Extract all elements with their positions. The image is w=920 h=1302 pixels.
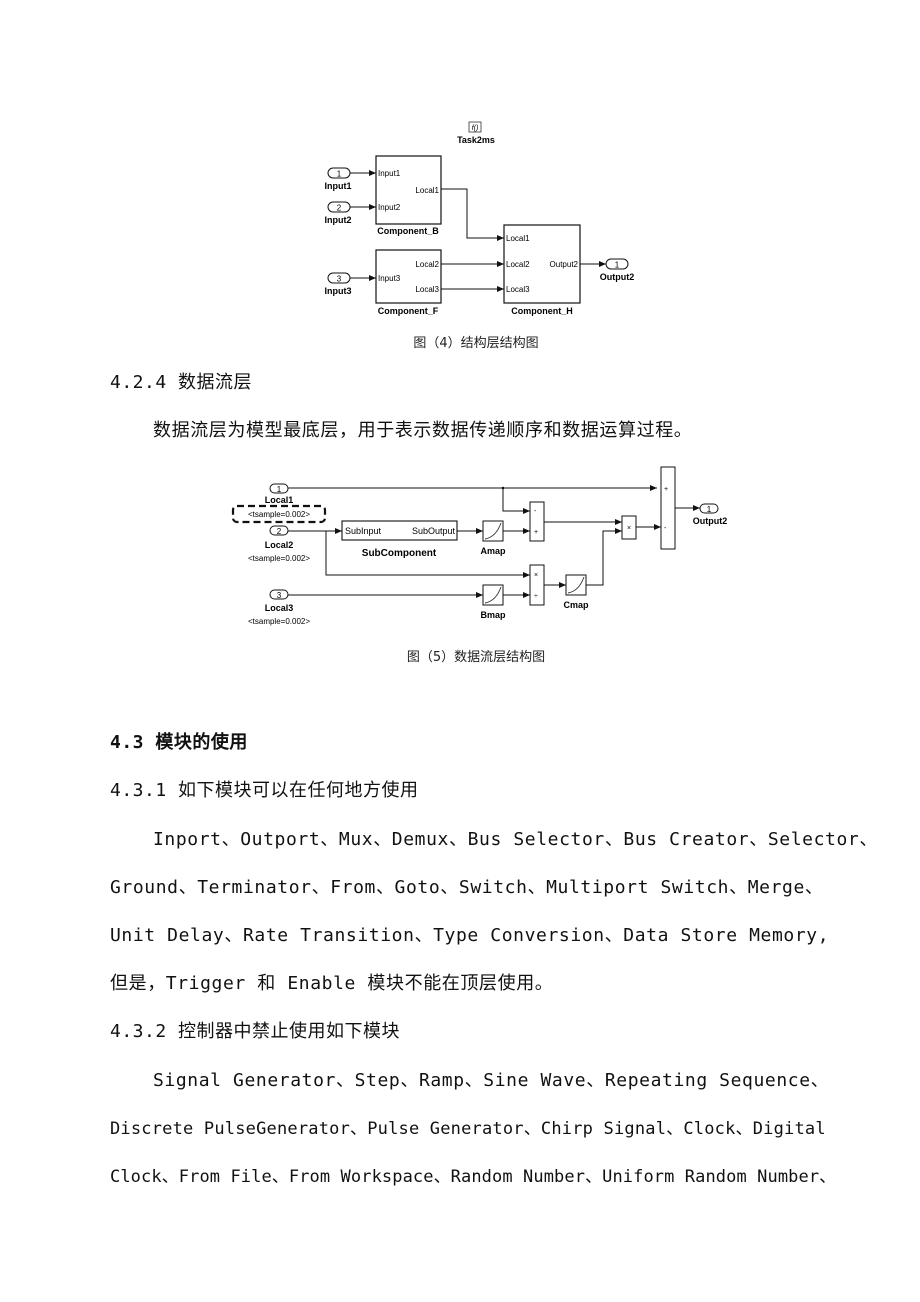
outport-number: 1: [707, 505, 712, 514]
figure-5-caption: 图（5）数据流层结构图: [406, 650, 546, 665]
port-label: Input3: [378, 274, 401, 283]
block-name: Component_H: [511, 306, 573, 316]
allowed-blocks-line-3: Unit Delay、Rate Transition、Type Conversi…: [110, 925, 830, 946]
product1-block[interactable]: × ÷: [529, 564, 545, 606]
bmap-lookup-block[interactable]: Bmap: [480, 584, 506, 620]
inport-number: 3: [337, 275, 342, 284]
block-name: Bmap: [480, 610, 506, 620]
outport-label: Output2: [600, 272, 635, 282]
signal-line: [586, 528, 622, 586]
figure-4-structure-diagram: f() Task2ms 1 Input1 2 Input2 Input1 Inp…: [325, 121, 635, 316]
tsample-label: <tsample=0.002>: [248, 554, 310, 563]
forbidden-blocks-line-2: Discrete PulseGenerator、Pulse Generator、…: [110, 1119, 826, 1139]
inport-number: 3: [277, 591, 282, 600]
sign-label: ×: [534, 572, 538, 579]
block-name: Component_B: [377, 226, 439, 236]
sign-label: ÷: [534, 593, 538, 600]
tsample-label: <tsample=0.002>: [248, 617, 310, 626]
section-4-2-4-heading: 4.2.4 数据流层: [110, 372, 253, 393]
port-label: Local1: [506, 234, 530, 243]
port-label: Local1: [415, 186, 439, 195]
port-label: Output2: [550, 260, 579, 269]
forbidden-blocks-line-1: Signal Generator、Step、Ramp、Sine Wave、Rep…: [153, 1070, 830, 1091]
outport-1[interactable]: 1 Output2: [600, 258, 635, 282]
outport-number: 1: [615, 261, 620, 270]
block-name: Amap: [480, 546, 506, 556]
port-label: Local3: [415, 285, 439, 294]
component-f-block[interactable]: Input3 Local2 Local3 Component_F: [375, 249, 442, 316]
outport-label: Output2: [693, 516, 728, 526]
inport-number: 1: [337, 170, 342, 179]
subcomponent-block[interactable]: SubInput SubOutput SubComponent: [341, 520, 458, 559]
task-label: Task2ms: [457, 135, 495, 145]
figure-4-caption-text: 图（4）结构层结构图: [413, 336, 539, 351]
component-b-block[interactable]: Input1 Input2 Local1 Component_B: [375, 155, 442, 236]
product2-block[interactable]: ×: [621, 515, 637, 540]
inport-label: Input1: [325, 181, 352, 191]
section-4-3-1-heading: 4.3.1 如下模块可以在任何地方使用: [110, 780, 419, 801]
block-name: Component_F: [378, 306, 439, 316]
signal-line: [502, 488, 530, 514]
inport-label: Input2: [325, 215, 352, 225]
port-label: Local3: [506, 285, 530, 294]
allowed-blocks-line-4: 但是，Trigger 和 Enable 模块不能在顶层使用。: [110, 973, 554, 994]
inport-3[interactable]: 3 Input3: [325, 272, 352, 296]
inport-label: Local3: [265, 603, 294, 613]
allowed-blocks-line-1: Inport、Outport、Mux、Demux、Bus Selector、Bu…: [153, 829, 878, 850]
sum2-block[interactable]: + -: [660, 466, 676, 550]
block-name: SubComponent: [362, 548, 437, 559]
component-h-block[interactable]: Local1 Local2 Local3 Output2 Component_H: [503, 224, 581, 316]
outport-output2[interactable]: 1 Output2: [693, 503, 728, 526]
allowed-blocks-line-2: Ground、Terminator、From、Goto、Switch、Multi…: [110, 877, 824, 898]
task-block[interactable]: f() Task2ms: [457, 121, 495, 145]
inport-1[interactable]: 1 Input1: [325, 167, 352, 191]
function-icon: f(): [472, 125, 479, 132]
section-4-2-4-paragraph: 数据流层为模型最底层，用于表示数据传递顺序和数据运算过程。: [153, 420, 693, 441]
port-label: Input1: [378, 169, 401, 178]
amap-lookup-block[interactable]: Amap: [480, 520, 506, 556]
inport-label: Local2: [265, 540, 294, 550]
inport-label: Local1: [265, 495, 294, 505]
inport-local2[interactable]: 2 Local2 <tsample=0.002>: [248, 525, 310, 563]
section-4-3-heading: 4.3 模块的使用: [110, 732, 248, 753]
tsample-label: <tsample=0.002>: [248, 510, 310, 519]
inport-label: Input3: [325, 286, 352, 296]
sign-label: ×: [627, 525, 631, 532]
port-label: SubOutput: [412, 526, 456, 536]
inport-2[interactable]: 2 Input2: [325, 201, 352, 225]
sign-label: +: [534, 529, 538, 536]
figure-5-dataflow-diagram: 1 Local1 <tsample=0.002> 2 Local2 <tsamp…: [231, 466, 728, 626]
sum1-block[interactable]: - +: [529, 501, 545, 542]
inport-number: 2: [277, 527, 282, 536]
inport-local1[interactable]: 1 Local1 <tsample=0.002>: [248, 483, 310, 519]
inport-number: 2: [337, 204, 342, 213]
port-label: SubInput: [345, 526, 382, 536]
inport-number: 1: [277, 485, 282, 494]
section-4-3-2-heading: 4.3.2 控制器中禁止使用如下模块: [110, 1021, 401, 1042]
forbidden-blocks-line-3: Clock、From File、From Workspace、Random Nu…: [110, 1167, 837, 1187]
block-name: Cmap: [563, 600, 589, 610]
port-label: Local2: [506, 260, 530, 269]
cmap-lookup-block[interactable]: Cmap: [563, 574, 589, 610]
signal-line: [441, 188, 504, 241]
port-label: Local2: [415, 260, 439, 269]
port-label: Input2: [378, 203, 401, 212]
sign-label: +: [664, 486, 668, 493]
